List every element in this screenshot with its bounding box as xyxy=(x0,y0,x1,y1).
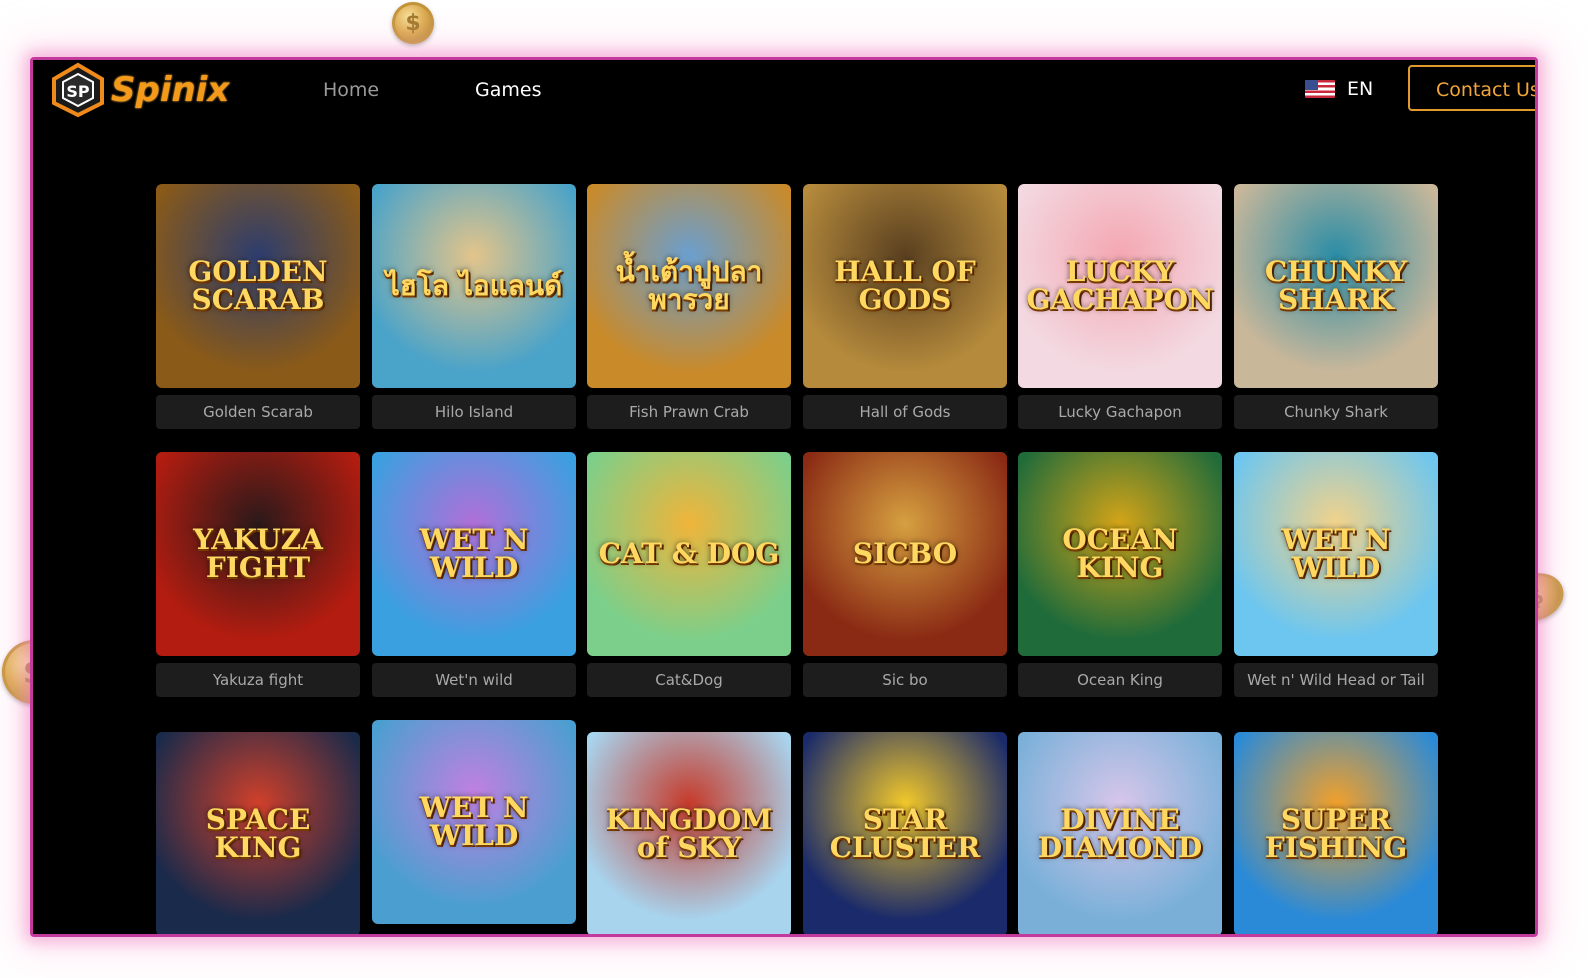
language-selector[interactable]: EN xyxy=(1305,78,1373,100)
game-thumbnail[interactable]: SUPER FISHING xyxy=(1234,732,1438,934)
brand-name: Spinix xyxy=(111,70,230,110)
game-logo-text: SPACE KING xyxy=(205,803,311,864)
game-thumbnail[interactable]: WET N WILD xyxy=(1234,452,1438,656)
game-card[interactable]: OCEAN KING Ocean King xyxy=(1018,452,1222,697)
game-card[interactable]: CHUNKY SHARK Chunky Shark xyxy=(1234,184,1438,429)
game-thumbnail[interactable]: CAT & DOG xyxy=(587,452,791,656)
game-thumbnail[interactable]: SPACE KING xyxy=(156,732,360,934)
game-logo-text: CHUNKY SHARK xyxy=(1264,255,1408,316)
game-logo-text: YAKUZA FIGHT xyxy=(193,523,323,584)
game-card[interactable]: GOLDEN SCARAB Golden Scarab xyxy=(156,184,360,429)
game-card[interactable]: HALL OF GODS Hall of Gods xyxy=(803,184,1007,429)
game-card[interactable]: WET N WILD Wet'n wild xyxy=(372,452,576,697)
game-name-label: Lucky Gachapon xyxy=(1018,395,1222,429)
game-logo-text: น้ำเต้าปูปลา พารวย xyxy=(615,255,763,316)
game-name-label: Golden Scarab xyxy=(156,395,360,429)
game-card[interactable]: SPACE KING xyxy=(156,732,360,934)
game-name-label: Wet n' Wild Head or Tail xyxy=(1234,663,1438,697)
us-flag-icon xyxy=(1305,80,1335,98)
game-thumbnail[interactable]: KINGDOM of SKY xyxy=(587,732,791,934)
game-card[interactable]: WET N WILD Wet n' Wild Head or Tail xyxy=(1234,452,1438,697)
app-window: SP Spinix Home Games EN Contact Us GOLDE… xyxy=(30,57,1538,937)
game-thumbnail[interactable]: LUCKY GACHAPON xyxy=(1018,184,1222,388)
game-name-label: Chunky Shark xyxy=(1234,395,1438,429)
game-card[interactable]: SICBO Sic bo xyxy=(803,452,1007,697)
game-card[interactable]: STAR CLUSTER xyxy=(803,732,1007,934)
language-label: EN xyxy=(1347,78,1374,100)
game-logo-text: WET N WILD xyxy=(419,791,529,852)
game-name-label: Cat&Dog xyxy=(587,663,791,697)
game-thumbnail[interactable]: HALL OF GODS xyxy=(803,184,1007,388)
svg-text:SP: SP xyxy=(66,82,90,101)
game-logo-text: STAR CLUSTER xyxy=(829,803,981,864)
game-thumbnail[interactable]: YAKUZA FIGHT xyxy=(156,452,360,656)
game-logo-text: SUPER FISHING xyxy=(1264,803,1408,864)
nav-home-link[interactable]: Home xyxy=(323,79,379,101)
game-card[interactable]: น้ำเต้าปูปลา พารวย Fish Prawn Crab xyxy=(587,184,791,429)
game-name-label: Wet'n wild xyxy=(372,663,576,697)
nav-games-link[interactable]: Games xyxy=(475,79,541,101)
game-card[interactable]: CAT & DOG Cat&Dog xyxy=(587,452,791,697)
game-thumbnail[interactable]: WET N WILD xyxy=(372,720,576,924)
contact-us-button[interactable]: Contact Us xyxy=(1408,65,1535,111)
game-card[interactable]: YAKUZA FIGHT Yakuza fight xyxy=(156,452,360,697)
game-thumbnail[interactable]: CHUNKY SHARK xyxy=(1234,184,1438,388)
game-card[interactable]: KINGDOM of SKY xyxy=(587,732,791,934)
game-thumbnail[interactable]: WET N WILD xyxy=(372,452,576,656)
game-logo-text: CAT & DOG xyxy=(598,537,780,570)
game-thumbnail[interactable]: SICBO xyxy=(803,452,1007,656)
game-card[interactable]: LUCKY GACHAPON Lucky Gachapon xyxy=(1018,184,1222,429)
game-thumbnail[interactable]: GOLDEN SCARAB xyxy=(156,184,360,388)
game-name-label: Fish Prawn Crab xyxy=(587,395,791,429)
game-card[interactable]: WET N WILD xyxy=(372,720,576,924)
top-nav: SP Spinix Home Games EN Contact Us xyxy=(33,60,1535,120)
spinix-badge-icon: SP xyxy=(47,62,109,118)
game-card[interactable]: ไฮโล ไอแลนด์ Hilo Island xyxy=(372,184,576,429)
coin-icon: $ xyxy=(392,2,434,44)
game-name-label: Hilo Island xyxy=(372,395,576,429)
game-logo-text: OCEAN KING xyxy=(1062,523,1178,584)
game-logo-text: WET N WILD xyxy=(419,523,529,584)
game-thumbnail[interactable]: DIVINE DIAMOND xyxy=(1018,732,1222,934)
game-name-label: Ocean King xyxy=(1018,663,1222,697)
game-thumbnail[interactable]: OCEAN KING xyxy=(1018,452,1222,656)
game-thumbnail[interactable]: STAR CLUSTER xyxy=(803,732,1007,934)
game-card[interactable]: DIVINE DIAMOND xyxy=(1018,732,1222,934)
game-logo-text: KINGDOM of SKY xyxy=(605,803,773,864)
game-name-label: Hall of Gods xyxy=(803,395,1007,429)
game-logo-text: WET N WILD xyxy=(1281,523,1391,584)
game-card[interactable]: SUPER FISHING xyxy=(1234,732,1438,934)
game-logo-text: ไฮโล ไอแลนด์ xyxy=(385,269,563,302)
game-logo-text: LUCKY GACHAPON xyxy=(1026,255,1214,316)
game-logo-text: HALL OF GODS xyxy=(834,255,976,316)
game-name-label: Sic bo xyxy=(803,663,1007,697)
game-logo-text: SICBO xyxy=(852,537,958,570)
game-logo-text: GOLDEN SCARAB xyxy=(188,255,328,316)
game-thumbnail[interactable]: ไฮโล ไอแลนด์ xyxy=(372,184,576,388)
game-name-label: Yakuza fight xyxy=(156,663,360,697)
brand-logo[interactable]: SP Spinix xyxy=(47,62,229,118)
game-logo-text: DIVINE DIAMOND xyxy=(1037,803,1203,864)
game-thumbnail[interactable]: น้ำเต้าปูปลา พารวย xyxy=(587,184,791,388)
